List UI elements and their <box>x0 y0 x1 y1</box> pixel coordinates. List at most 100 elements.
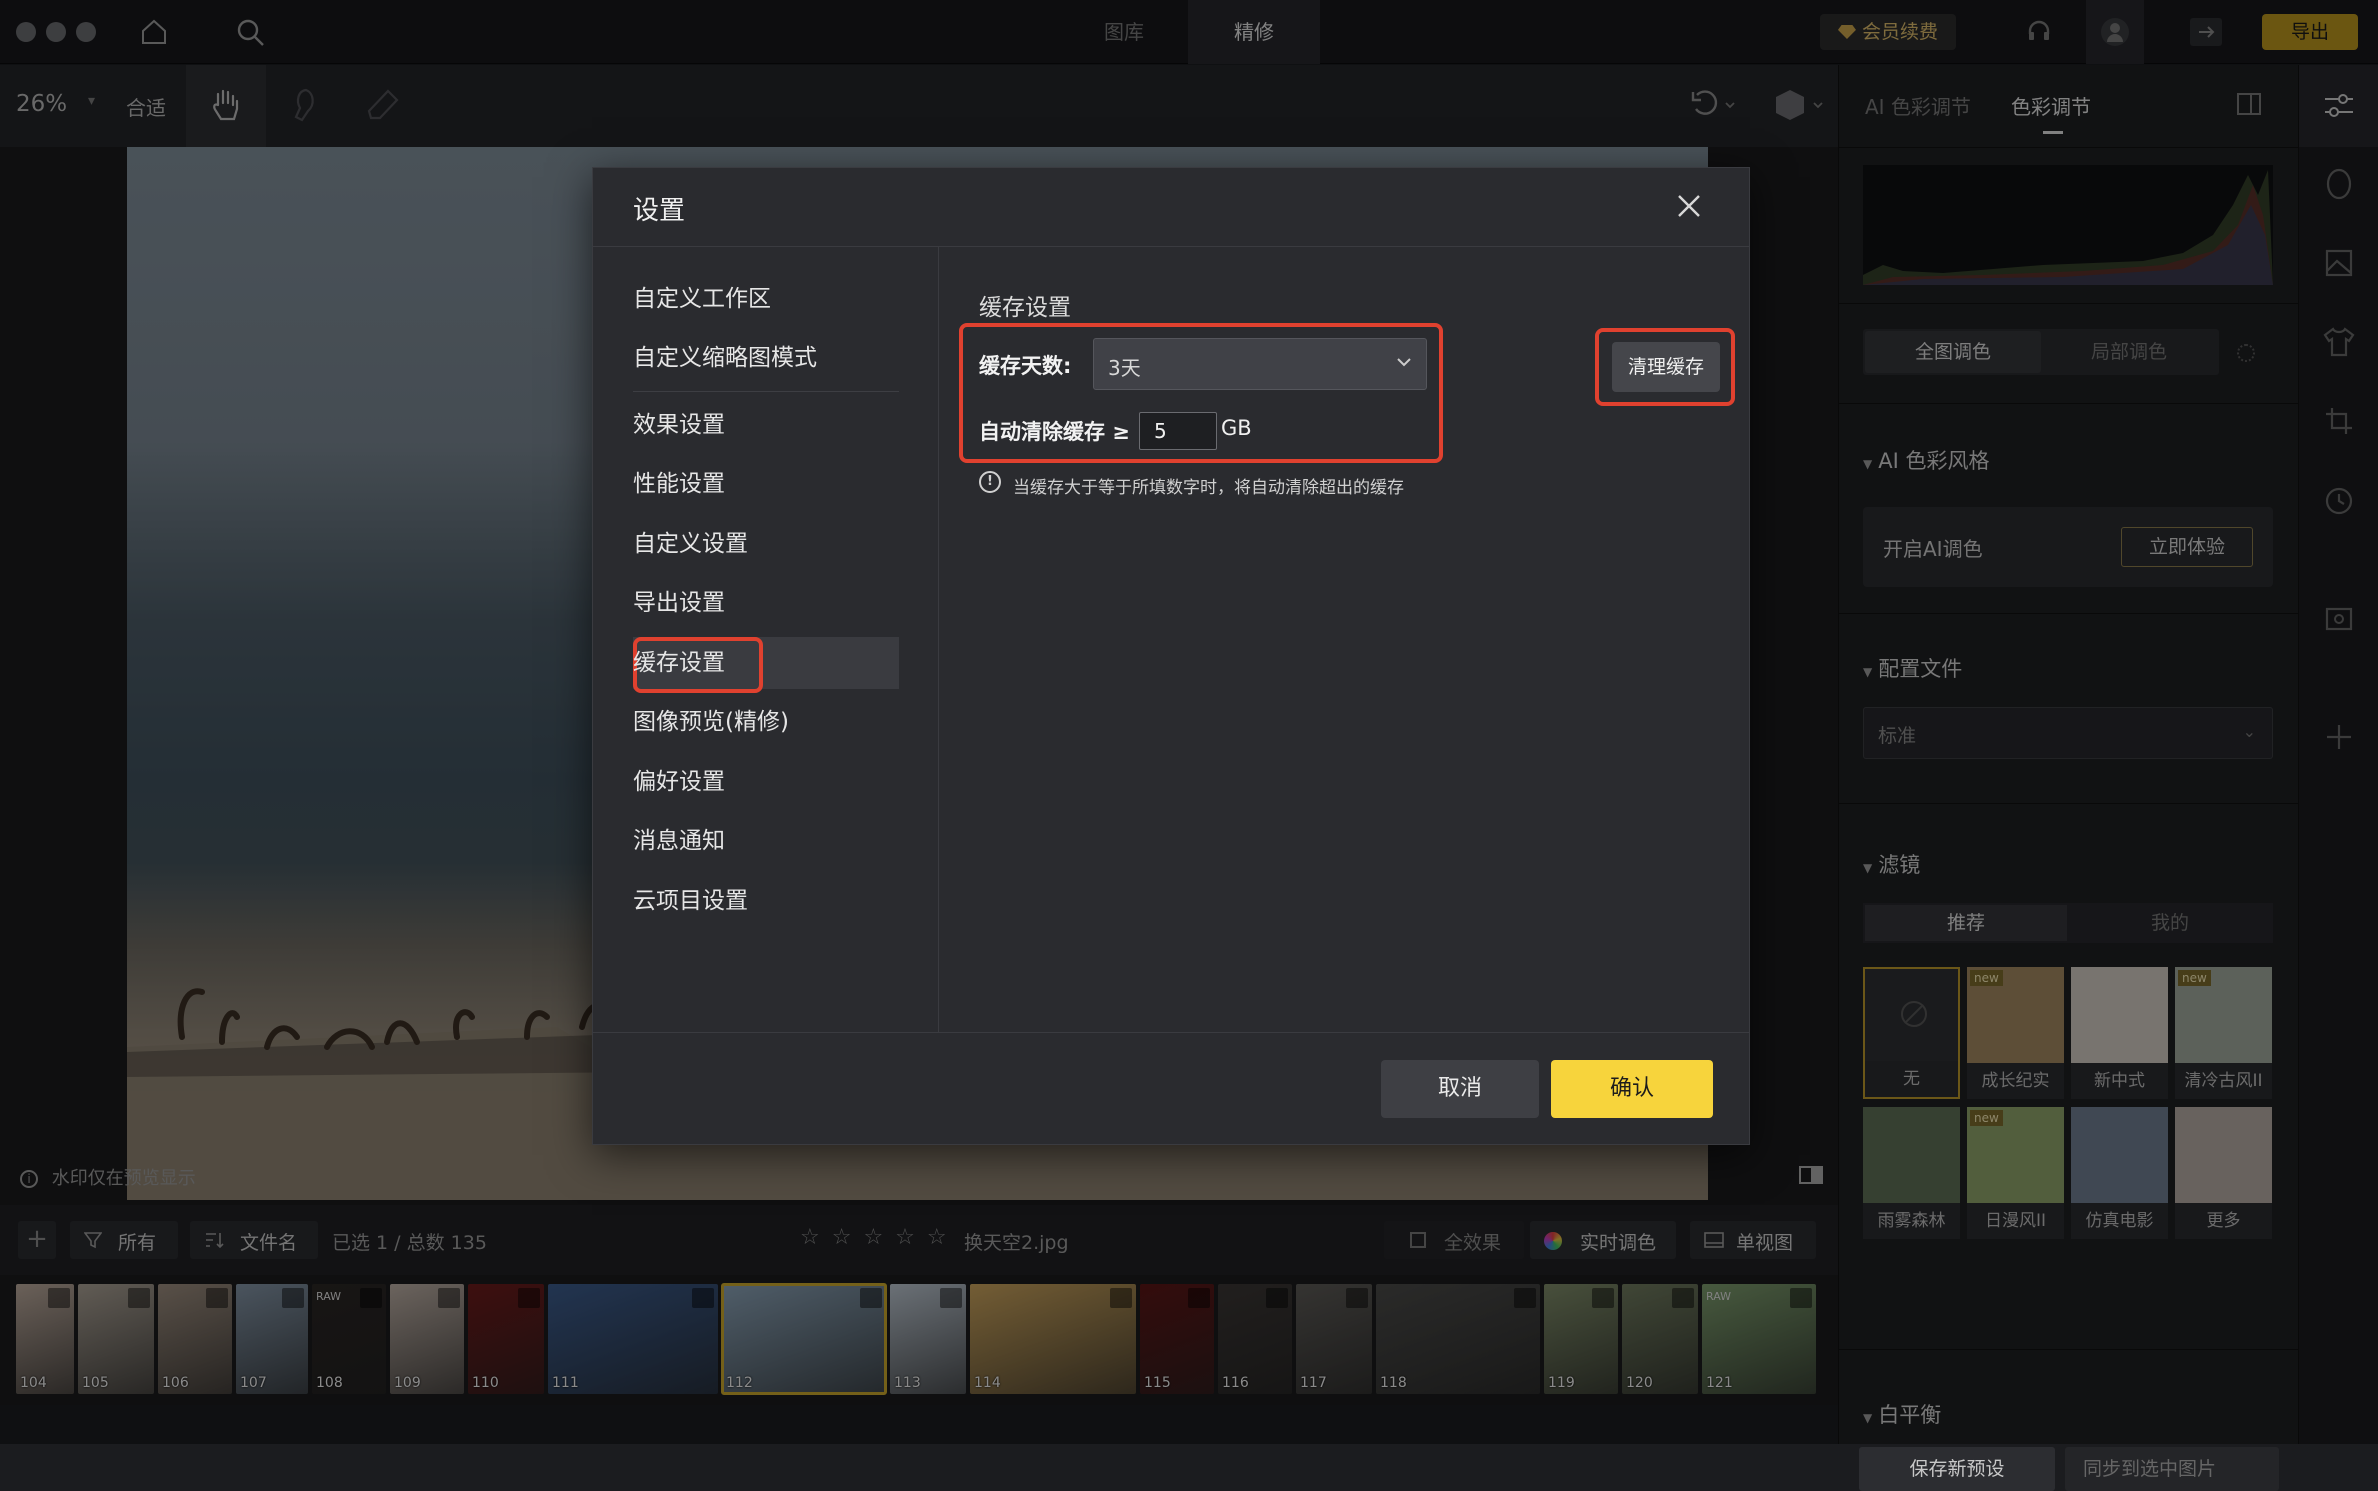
single-view-button[interactable]: 单视图 <box>1690 1221 1816 1259</box>
thumbnail[interactable]: 104 <box>16 1284 74 1394</box>
thumbnail[interactable]: 119 <box>1544 1284 1618 1394</box>
thumbnail[interactable]: 109 <box>390 1284 464 1394</box>
nav-custom-settings[interactable]: 自定义设置 <box>633 516 748 572</box>
thumbnail[interactable]: RAW 108 <box>312 1284 386 1394</box>
cancel-button[interactable]: 取消 <box>1381 1060 1539 1118</box>
mask-shape-icon[interactable] <box>1774 87 1824 123</box>
filter-card[interactable]: new 日漫风II <box>1967 1107 2064 1239</box>
filter-card[interactable]: 无 <box>1863 967 1960 1099</box>
fit-button[interactable]: 合适 <box>126 92 166 121</box>
share-icon[interactable] <box>438 1288 460 1308</box>
watermark-tool-icon[interactable] <box>2325 607 2353 631</box>
white-balance-section-title[interactable]: ▼ 白平衡 <box>1863 1399 1941 1429</box>
share-icon[interactable] <box>1592 1288 1614 1308</box>
nav-thumbnail-mode[interactable]: 自定义缩略图模式 <box>633 330 817 386</box>
add-photos-button[interactable]: + <box>18 1221 56 1259</box>
compare-icon[interactable] <box>1798 1164 1824 1186</box>
profile-section-title[interactable]: ▼ 配置文件 <box>1863 653 1962 683</box>
sort-by-name-button[interactable]: 文件名 <box>190 1221 318 1259</box>
add-tool-icon[interactable] <box>2325 723 2353 751</box>
member-renew-button[interactable]: 会员续费 <box>1820 14 1956 50</box>
thumbnail[interactable]: 118 <box>1376 1284 1540 1394</box>
thumbnail[interactable]: 114 <box>970 1284 1136 1394</box>
window-zoom-dot[interactable] <box>76 22 96 42</box>
share-icon[interactable] <box>1672 1288 1694 1308</box>
share-icon[interactable] <box>1188 1288 1210 1308</box>
undo-history-icon[interactable] <box>1690 89 1736 121</box>
zoom-level[interactable]: 26% <box>16 91 67 117</box>
thumbnail[interactable]: 106 <box>158 1284 232 1394</box>
thumbnail[interactable]: 113 <box>890 1284 966 1394</box>
thumbnail[interactable]: 112 <box>721 1283 887 1395</box>
filter-card[interactable]: new 清冷古风II <box>2175 967 2272 1099</box>
healing-brush-icon[interactable] <box>288 87 318 123</box>
settings-dot-icon[interactable] <box>2237 344 2255 362</box>
share-icon[interactable] <box>282 1288 304 1308</box>
realtime-color-button[interactable]: 实时调色 <box>1530 1221 1676 1259</box>
crop-icon[interactable] <box>2325 407 2353 435</box>
star-rating[interactable]: ☆☆☆☆☆ <box>800 1225 959 1250</box>
share-icon[interactable] <box>1110 1288 1132 1308</box>
nav-cache-settings[interactable]: 缓存设置 <box>633 635 725 691</box>
nav-effect-settings[interactable]: 效果设置 <box>633 397 725 453</box>
window-close-dot[interactable] <box>16 22 36 42</box>
close-icon[interactable] <box>1675 192 1703 220</box>
chevron-down-icon[interactable]: ▾ <box>88 93 95 109</box>
panel-layout-icon[interactable] <box>2237 93 2261 115</box>
tab-ai-color[interactable]: AI 色彩调节 <box>1865 91 1971 120</box>
tab-retouch[interactable]: 精修 <box>1188 0 1320 64</box>
tab-library[interactable]: 图库 <box>1080 0 1168 64</box>
profile-select[interactable]: 标准 ⌄ <box>1863 707 2273 759</box>
local-adjust-tab[interactable]: 局部调色 <box>2041 331 2217 373</box>
search-icon[interactable] <box>236 18 266 48</box>
thumbnail[interactable]: 120 <box>1622 1284 1698 1394</box>
thumbnail[interactable]: 105 <box>78 1284 154 1394</box>
share-icon[interactable] <box>1514 1288 1536 1308</box>
share-icon[interactable] <box>128 1288 150 1308</box>
all-effects-button[interactable]: 全效果 <box>1384 1221 1524 1259</box>
share-icon[interactable] <box>860 1288 882 1308</box>
thumbnail[interactable]: 107 <box>236 1284 308 1394</box>
auto-clear-input[interactable]: 5 <box>1139 412 1217 450</box>
window-minimize-dot[interactable] <box>46 22 66 42</box>
thumbnail[interactable]: 111 <box>548 1284 718 1394</box>
clear-cache-button[interactable]: 清理缓存 <box>1612 342 1720 392</box>
history-clock-icon[interactable] <box>2325 487 2353 515</box>
share-icon[interactable] <box>518 1288 540 1308</box>
nav-export-settings[interactable]: 导出设置 <box>633 575 725 631</box>
cache-days-select[interactable]: 3天 <box>1093 338 1427 390</box>
ai-try-button[interactable]: 立即体验 <box>2121 527 2253 567</box>
home-icon[interactable] <box>140 18 168 46</box>
global-adjust-tab[interactable]: 全图调色 <box>1865 331 2041 373</box>
export-button[interactable]: 导出 <box>2262 14 2358 50</box>
nav-cloud-project[interactable]: 云项目设置 <box>633 873 748 929</box>
share-icon[interactable] <box>940 1288 962 1308</box>
nav-notifications[interactable]: 消息通知 <box>633 813 725 869</box>
adjust-tool-button[interactable] <box>2299 65 2378 147</box>
thumbnail[interactable]: 115 <box>1140 1284 1214 1394</box>
thumbnail[interactable]: 116 <box>1218 1284 1292 1394</box>
share-icon[interactable] <box>48 1288 70 1308</box>
share-icon[interactable] <box>206 1288 228 1308</box>
headset-icon[interactable] <box>2026 18 2052 44</box>
switch-window-icon[interactable] <box>2190 18 2222 46</box>
nav-performance-settings[interactable]: 性能设置 <box>633 456 725 512</box>
user-avatar-button[interactable] <box>2086 0 2144 64</box>
image-tool-icon[interactable] <box>2325 249 2353 277</box>
filter-card[interactable]: 雨雾森林 <box>1863 1107 1960 1239</box>
nav-image-preview[interactable]: 图像预览(精修) <box>633 694 789 750</box>
share-icon[interactable] <box>692 1288 714 1308</box>
ai-style-section-title[interactable]: ▼ AI 色彩风格 <box>1863 445 1989 475</box>
filter-card[interactable]: 新中式 <box>2071 967 2168 1099</box>
share-icon[interactable] <box>1266 1288 1288 1308</box>
hand-tool[interactable] <box>186 65 266 147</box>
nav-preferences[interactable]: 偏好设置 <box>633 754 725 810</box>
filter-card[interactable]: 更多 <box>2175 1107 2272 1239</box>
filter-all-button[interactable]: 所有 <box>70 1221 178 1259</box>
thumbnail[interactable]: RAW 121 <box>1702 1284 1816 1394</box>
tab-color-adjust[interactable]: 色彩调节 <box>2011 91 2091 120</box>
share-icon[interactable] <box>360 1288 382 1308</box>
filter-tab-recommended[interactable]: 推荐 <box>1865 905 2067 941</box>
portrait-tool-icon[interactable] <box>2325 167 2353 201</box>
share-icon[interactable] <box>1346 1288 1368 1308</box>
